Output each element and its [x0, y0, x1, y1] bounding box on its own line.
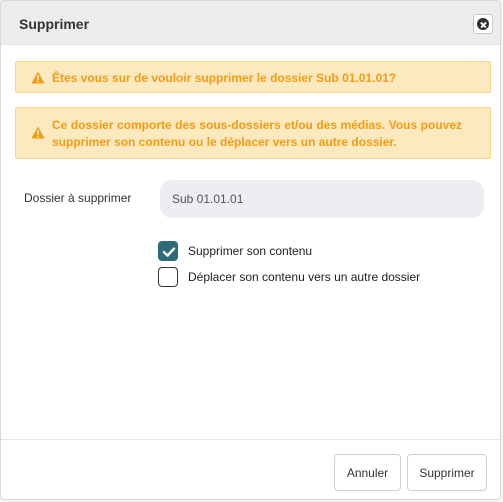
footer-divider	[1, 439, 500, 440]
confirm-alert: Êtes vous sur de vouloir supprimer le do…	[15, 61, 491, 93]
content-alert: Ce dossier comporte des sous-dossiers et…	[15, 107, 491, 159]
delete-button[interactable]: Supprimer	[407, 454, 487, 491]
option-label: Supprimer son contenu	[188, 244, 313, 258]
dialog-header: Supprimer	[1, 1, 500, 45]
folder-label: Dossier à supprimer	[24, 191, 132, 205]
checkmark-icon	[162, 247, 176, 257]
folder-name-field[interactable]	[160, 180, 484, 218]
option-label: Déplacer son contenu vers un autre dossi…	[188, 270, 421, 284]
close-button[interactable]	[473, 14, 493, 34]
close-icon	[477, 18, 489, 30]
alert-message: Ce dossier comporte des sous-dossiers et…	[52, 118, 462, 149]
delete-folder-dialog: Supprimer Êtes vous sur de vouloir suppr…	[0, 0, 501, 500]
warning-icon	[31, 126, 45, 139]
warning-icon	[31, 71, 45, 84]
cancel-button[interactable]: Annuler	[334, 454, 401, 491]
alert-message: Êtes vous sur de vouloir supprimer le do…	[52, 71, 397, 85]
move-content-checkbox[interactable]	[158, 267, 178, 287]
dialog-title: Supprimer	[19, 16, 90, 32]
delete-content-checkbox[interactable]	[158, 241, 178, 261]
